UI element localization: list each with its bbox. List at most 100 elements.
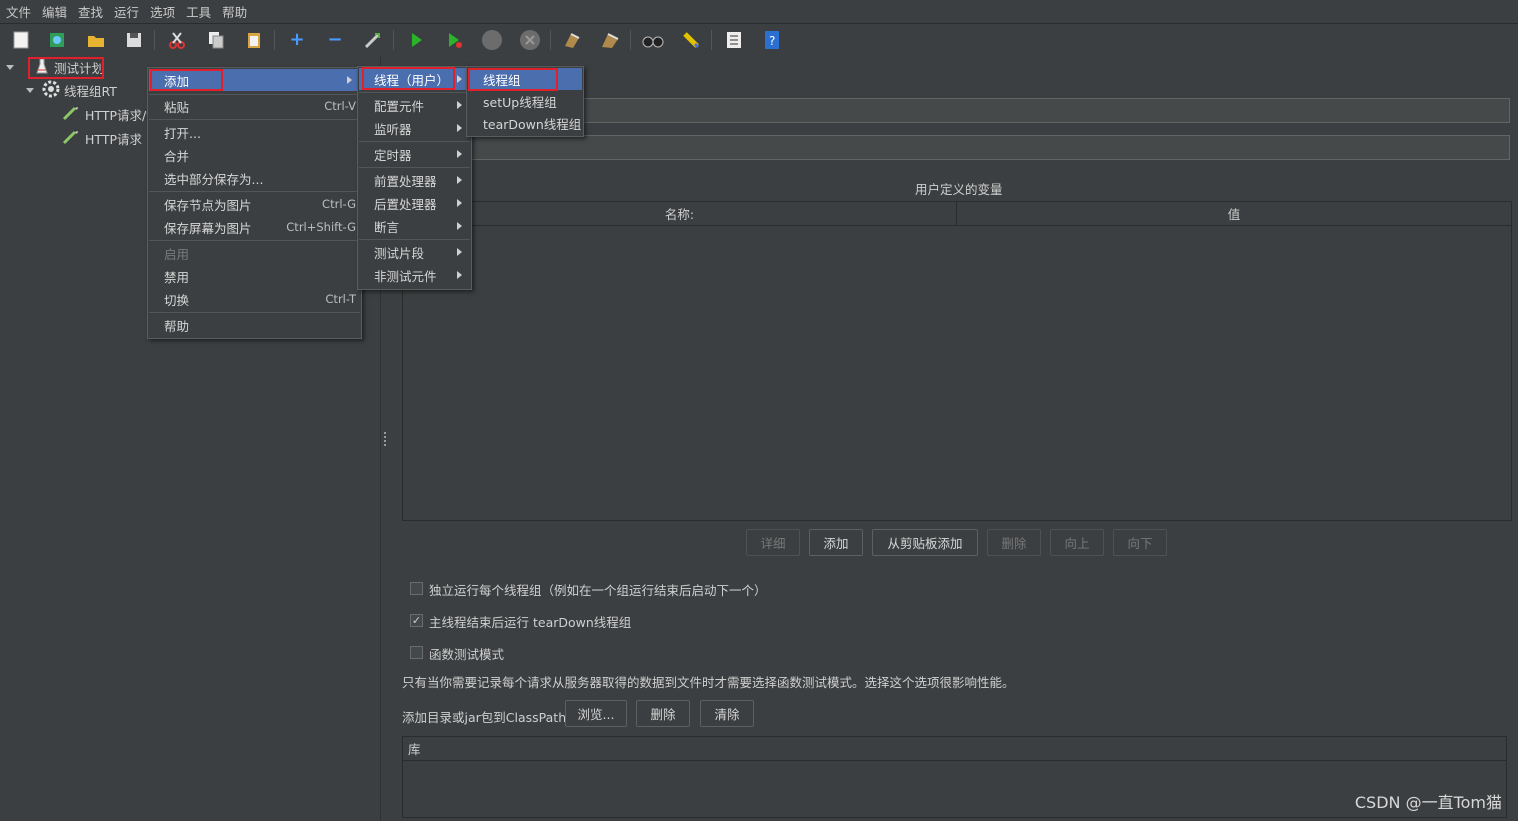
classpath-clear-button[interactable]: 清除	[700, 700, 754, 727]
menu-item-assertion-label: 断言	[374, 219, 400, 235]
delete-button[interactable]: 删除	[987, 529, 1041, 556]
toggle-icon[interactable]	[361, 28, 385, 52]
menu-item-save-screen-image[interactable]: 保存屏幕为图片 Ctrl+Shift-G	[149, 216, 360, 238]
menu-item-merge-label: 合并	[164, 148, 190, 164]
menu-item-teardown-thread-group[interactable]: tearDown线程组	[468, 112, 582, 134]
menu-item-open[interactable]: 打开...	[149, 121, 360, 143]
expand-arrow-icon[interactable]	[26, 87, 34, 93]
menu-item-paste[interactable]: 粘贴 Ctrl-V	[149, 95, 360, 117]
menu-item-thread-group[interactable]: 线程组	[468, 68, 582, 90]
collapse-icon[interactable]: −	[323, 28, 347, 52]
menu-item-save-node-image-label: 保存节点为图片	[164, 197, 252, 213]
menu-item-save-selection-label: 选中部分保存为...	[164, 171, 264, 187]
menu-item-paste-label: 粘贴	[164, 99, 190, 115]
help-icon[interactable]: ?	[760, 28, 784, 52]
menu-item-disable[interactable]: 禁用	[149, 265, 360, 287]
add-button[interactable]: 添加	[809, 529, 863, 556]
tree-node-thread-group[interactable]: 线程组RT	[26, 79, 117, 101]
menu-item-post-processor[interactable]: 后置处理器	[359, 192, 470, 214]
tree-node-http-request-2[interactable]: HTTP请求	[62, 127, 142, 149]
menu-edit[interactable]: 编辑	[36, 2, 72, 21]
menu-help[interactable]: 帮助	[216, 2, 252, 21]
menu-item-save-selection[interactable]: 选中部分保存为...	[149, 167, 360, 189]
tree-node-test-plan[interactable]: 测试计划	[6, 56, 104, 78]
udv-table[interactable]: 名称: 值	[402, 201, 1512, 521]
cut-icon[interactable]	[165, 28, 189, 52]
menu-file[interactable]: 文件	[0, 2, 36, 21]
copy-icon[interactable]	[204, 28, 228, 52]
paste-icon[interactable]	[242, 28, 266, 52]
stop-icon[interactable]	[480, 28, 504, 52]
menu-item-enable[interactable]: 启用	[149, 242, 360, 264]
menu-item-threads-label: 线程（用户）	[374, 72, 450, 88]
move-down-button[interactable]: 向下	[1113, 529, 1167, 556]
save-icon[interactable]	[122, 28, 146, 52]
menu-item-merge[interactable]: 合并	[149, 144, 360, 166]
tree-node-http-request-1[interactable]: HTTP请求/t	[62, 103, 151, 125]
reset-search-icon[interactable]	[679, 28, 703, 52]
menu-item-toggle[interactable]: 切换 Ctrl-T	[149, 288, 360, 310]
function-helper-icon[interactable]	[722, 28, 746, 52]
browse-button[interactable]: 浏览...	[565, 700, 627, 727]
library-header[interactable]: 库	[403, 737, 1506, 761]
menu-tools[interactable]: 工具	[180, 2, 216, 21]
search-icon[interactable]	[641, 28, 665, 52]
menu-options[interactable]: 选项	[144, 2, 180, 21]
pipette-icon	[62, 129, 80, 148]
templates-icon[interactable]	[45, 28, 69, 52]
comments-field[interactable]	[402, 135, 1510, 160]
context-menu: 添加 粘贴 Ctrl-V 打开... 合并 选中部分保存为... 保存节点为图片 C…	[147, 67, 362, 339]
open-icon[interactable]	[84, 28, 108, 52]
teardown-on-shutdown-checkbox[interactable]: ✓	[410, 614, 423, 627]
tree-node-http-request-1-label: HTTP请求/t	[85, 107, 152, 123]
teardown-on-shutdown-label: 主线程结束后运行 tearDown线程组	[429, 615, 632, 630]
move-up-button[interactable]: 向上	[1050, 529, 1104, 556]
menu-item-listener[interactable]: 监听器	[359, 117, 470, 139]
col-header-name[interactable]: 名称:	[403, 202, 957, 226]
menu-item-setup-thread-group[interactable]: setUp线程组	[468, 90, 582, 112]
clear-all-icon[interactable]	[598, 28, 622, 52]
clear-icon[interactable]	[560, 28, 584, 52]
menu-run[interactable]: 运行	[108, 2, 144, 21]
new-icon[interactable]	[9, 28, 33, 52]
menu-item-non-test-elements[interactable]: 非测试元件	[359, 264, 470, 286]
udv-title: 用户定义的变量	[915, 182, 1003, 197]
submenu-arrow-icon	[457, 75, 462, 83]
menu-item-pre-processor[interactable]: 前置处理器	[359, 169, 470, 191]
menu-item-test-fragment[interactable]: 测试片段	[359, 241, 470, 263]
menu-item-listener-label: 监听器	[374, 121, 412, 137]
start-no-pause-icon[interactable]	[442, 28, 466, 52]
library-table[interactable]: 库	[402, 736, 1507, 818]
submenu-arrow-icon	[457, 248, 462, 256]
serial-thread-groups-checkbox[interactable]	[410, 582, 423, 595]
shutdown-icon[interactable]	[518, 28, 542, 52]
classpath-delete-button[interactable]: 删除	[636, 700, 690, 727]
functional-mode-checkbox[interactable]	[410, 646, 423, 659]
menu-item-help-label: 帮助	[164, 318, 190, 334]
menu-item-enable-label: 启用	[164, 246, 190, 262]
expand-icon[interactable]: +	[285, 28, 309, 52]
menu-item-help[interactable]: 帮助	[149, 314, 360, 336]
menu-search[interactable]: 查找	[72, 2, 108, 21]
menu-item-save-node-image[interactable]: 保存节点为图片 Ctrl-G	[149, 193, 360, 215]
submenu-arrow-icon	[457, 150, 462, 158]
menu-item-config-element-label: 配置元件	[374, 98, 425, 114]
splitter-grip-icon	[384, 432, 386, 446]
start-icon[interactable]	[404, 28, 428, 52]
menu-item-pre-processor-label: 前置处理器	[374, 173, 437, 189]
menu-item-toggle-label: 切换	[164, 292, 190, 308]
menu-item-assertion[interactable]: 断言	[359, 215, 470, 237]
svg-text:?: ?	[769, 34, 775, 48]
expand-arrow-icon[interactable]	[6, 64, 14, 70]
menu-item-add-label: 添加	[164, 73, 190, 89]
menu-item-post-processor-label: 后置处理器	[374, 196, 437, 212]
menu-item-timer[interactable]: 定时器	[359, 143, 470, 165]
menu-item-test-fragment-label: 测试片段	[374, 245, 425, 261]
menu-item-config-element[interactable]: 配置元件	[359, 94, 470, 116]
detail-button[interactable]: 详细	[746, 529, 800, 556]
col-header-value[interactable]: 值	[957, 202, 1511, 226]
add-from-clipboard-button[interactable]: 从剪贴板添加	[872, 529, 978, 556]
tree-node-thread-group-label: 线程组RT	[64, 83, 117, 99]
menu-item-threads[interactable]: 线程（用户）	[359, 68, 470, 90]
menu-item-add[interactable]: 添加	[149, 69, 360, 91]
